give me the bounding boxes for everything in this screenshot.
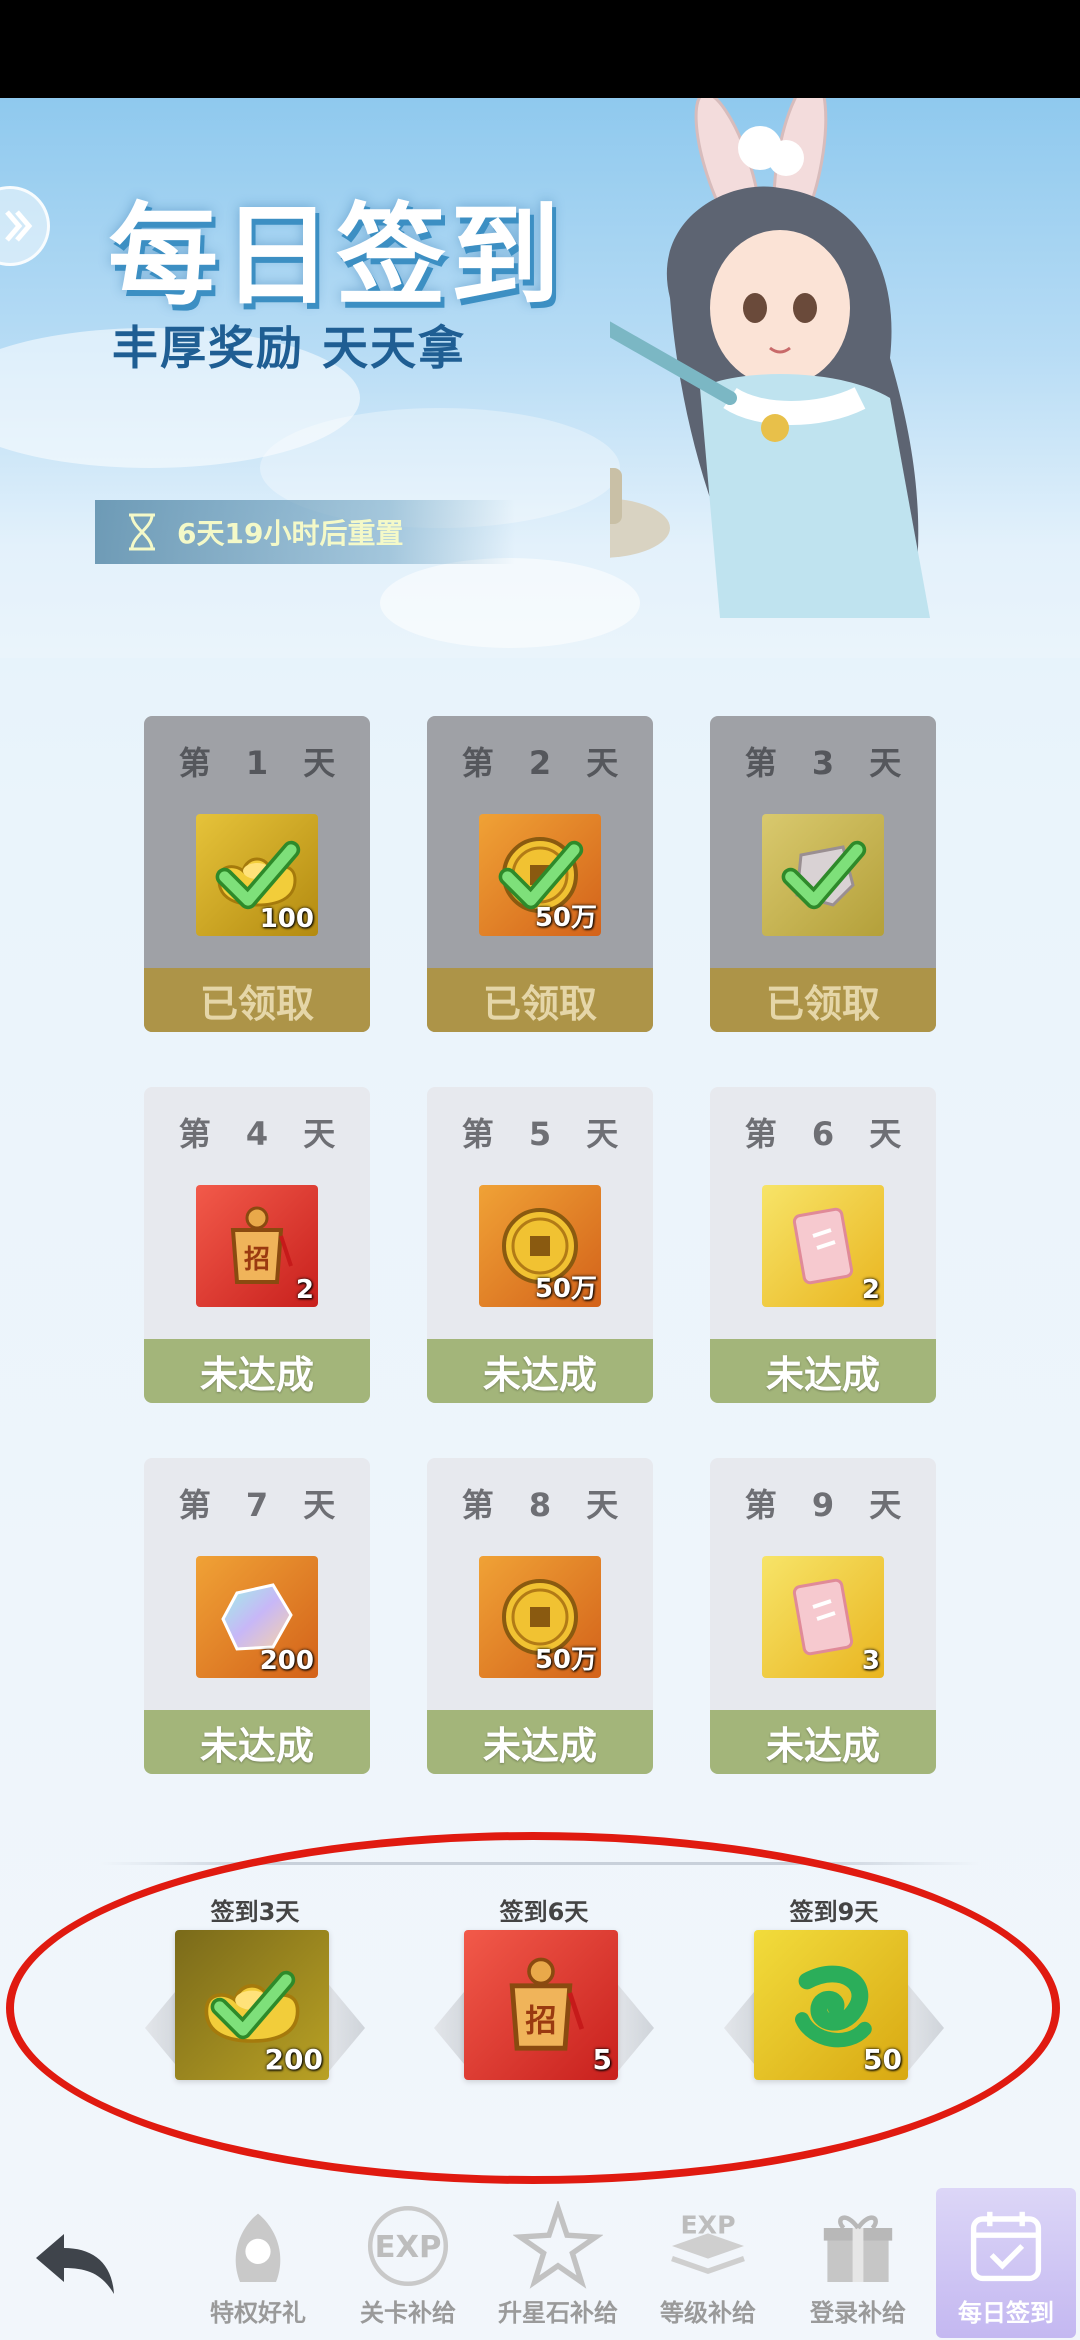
reward-item[interactable]: 50万 bbox=[479, 1556, 601, 1678]
double-chevron-icon bbox=[5, 210, 33, 242]
reward-quantity: 2 bbox=[861, 1275, 880, 1305]
cloud-decoration bbox=[380, 558, 640, 648]
nav-label: 登录补给 bbox=[810, 2299, 906, 2327]
nav-item[interactable]: EXP 等级补给 bbox=[638, 2188, 778, 2338]
day-card[interactable]: 第 9 天 3 未达成 bbox=[710, 1458, 936, 1774]
day-status: 已领取 bbox=[427, 968, 653, 1032]
exp-level-icon: EXP bbox=[671, 2210, 745, 2275]
reward-quantity: 200 bbox=[259, 1646, 314, 1676]
day-label: 第 5 天 bbox=[461, 1115, 631, 1153]
nav-label: 等级补给 bbox=[660, 2299, 756, 2327]
recruit-token-icon: 招 bbox=[230, 1206, 293, 1284]
ticket-icon bbox=[792, 1207, 854, 1285]
reset-timer-text: 6天19小时后重置 bbox=[177, 517, 404, 550]
day-label: 第 3 天 bbox=[744, 744, 914, 782]
day-card[interactable]: 第 4 天 招 2 未达成 bbox=[144, 1087, 370, 1403]
reward-item[interactable] bbox=[762, 814, 884, 936]
nav-item[interactable]: 登录补给 bbox=[788, 2188, 928, 2338]
reset-timer: 6天19小时后重置 bbox=[95, 500, 515, 564]
expand-arrow-button[interactable] bbox=[0, 186, 50, 266]
checkmark-icon bbox=[781, 840, 867, 910]
nav-icon: EXP bbox=[360, 2198, 456, 2294]
reward-item[interactable]: 100 bbox=[196, 814, 318, 936]
day-label: 第 6 天 bbox=[744, 1115, 914, 1153]
day-label: 第 8 天 bbox=[461, 1486, 631, 1524]
day-label: 第 1 天 bbox=[178, 744, 348, 782]
reward-item[interactable]: 2 bbox=[762, 1185, 884, 1307]
reward-item[interactable]: 200 bbox=[196, 1556, 318, 1678]
status-bar bbox=[0, 0, 1080, 98]
hourglass-icon bbox=[129, 513, 155, 551]
star-stone-icon bbox=[513, 2201, 603, 2289]
reward-quantity: 50万 bbox=[534, 1274, 597, 1304]
day-status: 未达成 bbox=[710, 1710, 936, 1774]
nav-icon bbox=[210, 2198, 306, 2294]
day-card[interactable]: 第 7 天 200 未达成 bbox=[144, 1458, 370, 1774]
reward-quantity: 3 bbox=[861, 1646, 880, 1676]
nav-icon bbox=[958, 2198, 1054, 2294]
nav-item[interactable]: EXP 关卡补给 bbox=[338, 2188, 478, 2338]
claimed-check bbox=[762, 814, 884, 936]
back-button[interactable] bbox=[30, 2218, 120, 2308]
svg-text:招: 招 bbox=[244, 1245, 270, 1275]
day-status: 已领取 bbox=[144, 968, 370, 1032]
reward-quantity: 100 bbox=[259, 904, 314, 934]
day-label: 第 4 天 bbox=[178, 1115, 348, 1153]
day-label: 第 9 天 bbox=[744, 1486, 914, 1524]
day-label: 第 7 天 bbox=[178, 1486, 348, 1524]
day-status: 未达成 bbox=[144, 1710, 370, 1774]
day-status: 未达成 bbox=[144, 1339, 370, 1403]
ticket-icon bbox=[792, 1578, 854, 1656]
nav-label: 特权好礼 bbox=[210, 2299, 306, 2327]
privilege-gift-icon bbox=[235, 2213, 281, 2282]
reward-quantity: 50万 bbox=[534, 1645, 597, 1675]
day-status: 未达成 bbox=[427, 1339, 653, 1403]
svg-text:EXP: EXP bbox=[375, 2230, 442, 2265]
day-status: 已领取 bbox=[710, 968, 936, 1032]
day-card[interactable]: 第 6 天 2 未达成 bbox=[710, 1087, 936, 1403]
reward-quantity: 50万 bbox=[534, 903, 597, 933]
day-status: 未达成 bbox=[710, 1339, 936, 1403]
reward-item[interactable]: 3 bbox=[762, 1556, 884, 1678]
nav-icon: EXP bbox=[660, 2198, 756, 2294]
day-card[interactable]: 第 1 天 100 已领取 bbox=[144, 716, 370, 1032]
reward-item[interactable]: 50万 bbox=[479, 814, 601, 936]
banner: 每日签到 丰厚奖励 天天拿 6天19小时后重置 bbox=[0, 98, 1080, 658]
bottom-nav: 特权好礼 EXP 关卡补给 升星石补给 EXP 等级补给 登录补给 每日签到 bbox=[0, 2188, 1080, 2340]
nav-icon bbox=[510, 2198, 606, 2294]
back-arrow-icon bbox=[36, 2234, 114, 2294]
gift-box-icon bbox=[823, 2215, 893, 2282]
nav-item[interactable]: 升星石补给 bbox=[488, 2188, 628, 2338]
nav-label: 升星石补给 bbox=[498, 2299, 618, 2327]
nav-item[interactable]: 每日签到 bbox=[936, 2188, 1076, 2338]
annotation-highlight bbox=[6, 1832, 1060, 2184]
nav-icon bbox=[810, 2198, 906, 2294]
exp-stage-icon: EXP bbox=[367, 2205, 449, 2287]
reward-quantity: 2 bbox=[295, 1275, 314, 1305]
day-card[interactable]: 第 8 天 50万 未达成 bbox=[427, 1458, 653, 1774]
page-subtitle: 丰厚奖励 天天拿 bbox=[112, 321, 467, 375]
day-card[interactable]: 第 3 天 已领取 bbox=[710, 716, 936, 1032]
nav-label: 关卡补给 bbox=[360, 2299, 456, 2327]
nav-item[interactable]: 特权好礼 bbox=[188, 2188, 328, 2338]
reward-item[interactable]: 50万 bbox=[479, 1185, 601, 1307]
reward-item[interactable]: 招 2 bbox=[196, 1185, 318, 1307]
day-card[interactable]: 第 2 天 50万 已领取 bbox=[427, 716, 653, 1032]
page-title: 每日签到 bbox=[108, 192, 564, 320]
nav-label: 每日签到 bbox=[958, 2299, 1054, 2327]
calendar-check-icon bbox=[970, 2211, 1042, 2282]
day-status: 未达成 bbox=[427, 1710, 653, 1774]
day-label: 第 2 天 bbox=[461, 744, 631, 782]
character-illustration bbox=[610, 98, 930, 618]
day-card[interactable]: 第 5 天 50万 未达成 bbox=[427, 1087, 653, 1403]
